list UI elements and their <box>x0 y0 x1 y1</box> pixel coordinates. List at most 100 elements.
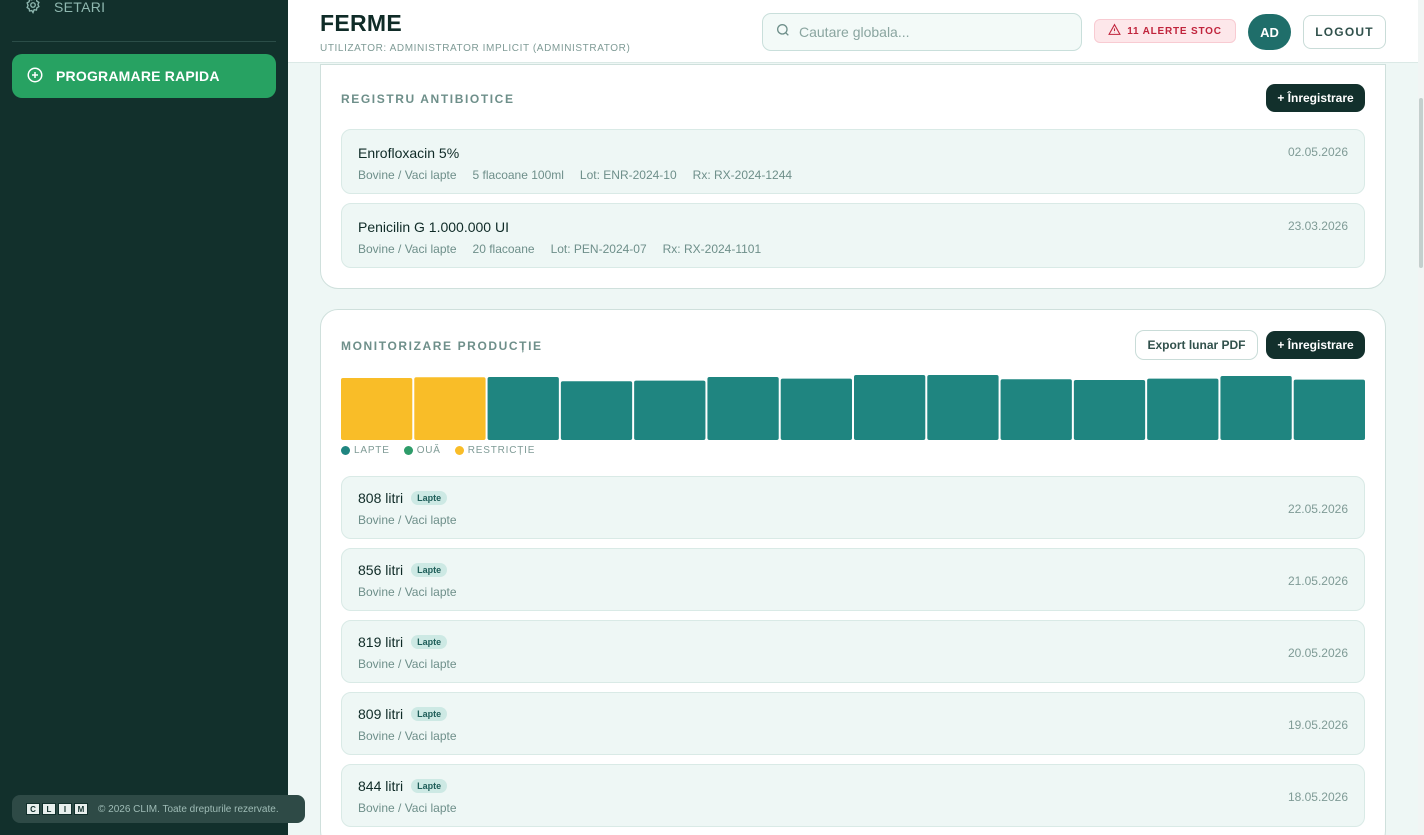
species: Bovine / Vaci lapte <box>358 585 457 599</box>
item-date: 20.05.2026 <box>1287 646 1348 660</box>
item-title: 856 litri Lapte <box>358 562 448 578</box>
production-value: 856 litri <box>358 562 404 578</box>
item-meta: Bovine / Vaci lapte <box>358 729 457 743</box>
species: Bovine / Vaci lapte <box>358 801 457 815</box>
chart-legend: LAPTE OUĂ RESTRICȚIE <box>341 445 535 456</box>
chart-bar[interactable] <box>634 380 706 440</box>
item-title: 809 litri Lapte <box>358 706 448 722</box>
chart-bar[interactable] <box>1293 379 1365 440</box>
search-input[interactable] <box>799 24 1069 40</box>
production-value: 819 litri <box>358 634 404 650</box>
table-row[interactable]: 856 litri Lapte 21.05.2026 Bovine / Vaci … <box>341 548 1365 611</box>
chart-bar[interactable] <box>707 376 779 440</box>
global-search[interactable] <box>762 13 1082 51</box>
item-title: Enrofloxacin 5% <box>358 145 459 161</box>
chart-bar[interactable] <box>1147 378 1219 440</box>
sidebar-item-settings[interactable]: SETARI <box>24 0 105 17</box>
page-scrollbar[interactable] <box>1418 0 1424 835</box>
page-title: FERME <box>320 10 402 36</box>
legend-item: RESTRICȚIE <box>454 445 536 456</box>
legend-label: RESTRICȚIE <box>467 445 536 456</box>
quantity: 5 flacoane 100ml <box>472 168 564 182</box>
table-row[interactable]: 808 litri Lapte 22.05.2026 Bovine / Vaci … <box>341 476 1365 539</box>
legend-dot <box>341 446 350 455</box>
logo-letter: M <box>74 803 88 815</box>
item-date: 19.05.2026 <box>1287 718 1348 732</box>
avatar[interactable]: AD <box>1248 14 1291 50</box>
list-item[interactable]: Enrofloxacin 5% 02.05.2026 Bovine / Vaci… <box>341 129 1365 194</box>
copyright-text: © 2026 CLIM. Toate drepturile rezervate. <box>98 803 279 815</box>
item-title: 819 litri Lapte <box>358 634 448 650</box>
chart-bar[interactable] <box>1000 379 1072 440</box>
antibiotics-title: REGISTRU ANTIBIOTICE <box>341 92 515 106</box>
chart-bar[interactable] <box>414 377 486 440</box>
table-row[interactable]: 844 litri Lapte 18.05.2026 Bovine / Vaci … <box>341 764 1365 827</box>
legend-label: LAPTE <box>354 445 390 456</box>
rx-number: Rx: RX-2024-1244 <box>692 168 793 182</box>
gear-icon <box>24 0 42 17</box>
species: Bovine / Vaci lapte <box>358 729 457 743</box>
item-meta: Bovine / Vaci lapte <box>358 585 457 599</box>
chart-bar[interactable] <box>560 381 633 440</box>
scrollbar-thumb[interactable] <box>1419 98 1423 268</box>
chart-bar[interactable] <box>927 374 999 440</box>
antibiotic-name: Enrofloxacin 5% <box>358 145 460 161</box>
item-title: Penicilin G 1.000.000 UI <box>358 219 509 235</box>
production-value: 809 litri <box>358 706 404 722</box>
stock-alert-label: 11 ALERTE STOC <box>1127 25 1222 37</box>
table-row[interactable]: 809 litri Lapte 19.05.2026 Bovine / Vaci … <box>341 692 1365 755</box>
chart-bar[interactable] <box>780 378 852 440</box>
item-date: 22.05.2026 <box>1287 502 1348 516</box>
lot-number: Lot: ENR-2024-10 <box>579 168 677 182</box>
logo-letter: I <box>58 803 72 815</box>
species: Bovine / Vaci lapte <box>358 657 457 671</box>
antibiotics-card: REGISTRU ANTIBIOTICE + Înregistrare Enro… <box>320 64 1386 289</box>
add-antibiotic-button[interactable]: + Înregistrare <box>1266 84 1365 112</box>
user-subtitle: UTILIZATOR: ADMINISTRATOR IMPLICIT (ADMI… <box>320 43 631 54</box>
logout-button[interactable]: LOGOUT <box>1303 15 1386 49</box>
chart-bar[interactable] <box>1073 379 1146 440</box>
production-chart <box>341 374 1365 440</box>
sidebar-divider <box>12 41 276 42</box>
clim-logo: C L I M <box>26 803 88 815</box>
chart-bar[interactable] <box>1220 375 1292 440</box>
warning-icon <box>1108 23 1122 39</box>
legend-label: OUĂ <box>416 445 441 456</box>
sidebar-footer: C L I M © 2026 CLIM. Toate drepturile re… <box>12 795 305 823</box>
legend-item: OUĂ <box>403 445 441 456</box>
plus-circle-icon <box>26 66 44 87</box>
item-date: 02.05.2026 <box>1287 145 1348 159</box>
item-title: 808 litri Lapte <box>358 490 448 506</box>
top-header: FERME UTILIZATOR: ADMINISTRATOR IMPLICIT… <box>288 0 1418 63</box>
lot-number: Lot: PEN-2024-07 <box>550 242 647 256</box>
antibiotic-name: Penicilin G 1.000.000 UI <box>358 219 509 235</box>
species: Bovine / Vaci lapte <box>358 168 457 182</box>
type-tag: Lapte <box>411 779 448 793</box>
chart-bar[interactable] <box>854 374 926 440</box>
production-value: 844 litri <box>358 778 404 794</box>
item-meta: Bovine / Vaci lapte <box>358 657 457 671</box>
production-title: MONITORIZARE PRODUCȚIE <box>341 339 543 353</box>
add-production-button[interactable]: + Înregistrare <box>1266 331 1365 359</box>
legend-item: LAPTE <box>341 445 390 456</box>
item-title: 844 litri Lapte <box>358 778 448 794</box>
logo-letter: C <box>26 803 40 815</box>
list-item[interactable]: Penicilin G 1.000.000 UI 23.03.2026 Bovi… <box>341 203 1365 268</box>
quick-schedule-button[interactable]: PROGRAMARE RAPIDA <box>12 54 276 98</box>
species: Bovine / Vaci lapte <box>358 242 457 256</box>
export-pdf-button[interactable]: Export lunar PDF <box>1135 330 1258 360</box>
chart-bar[interactable] <box>487 376 559 440</box>
production-card: MONITORIZARE PRODUCȚIE Export lunar PDF … <box>320 309 1386 835</box>
legend-dot <box>403 446 413 455</box>
chart-bar[interactable] <box>341 377 413 440</box>
table-row[interactable]: 819 litri Lapte 20.05.2026 Bovine / Vaci … <box>341 620 1365 683</box>
sidebar: SETARI PROGRAMARE RAPIDA C L I M © 2026 … <box>0 0 305 835</box>
stock-alert-badge[interactable]: 11 ALERTE STOC <box>1094 19 1236 43</box>
logo-letter: L <box>42 803 56 815</box>
type-tag: Lapte <box>411 491 448 505</box>
item-meta: Bovine / Vaci lapte 5 flacoane 100ml Lot… <box>358 168 792 182</box>
type-tag: Lapte <box>411 707 448 721</box>
search-icon <box>775 22 791 43</box>
rx-number: Rx: RX-2024-1101 <box>662 242 762 256</box>
type-tag: Lapte <box>411 635 448 649</box>
